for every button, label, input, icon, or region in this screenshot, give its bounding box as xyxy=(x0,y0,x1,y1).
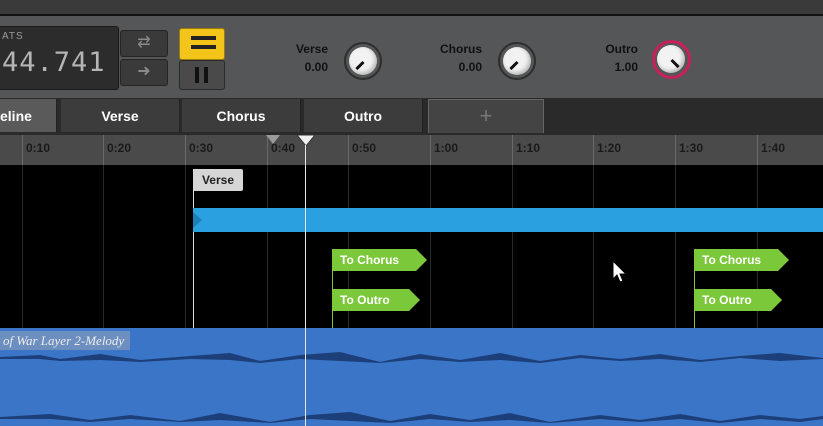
list-view-button[interactable] xyxy=(179,28,225,60)
param-chorus: Chorus 0.00 xyxy=(432,42,482,74)
swap-arrows-icon: ⇄ xyxy=(137,34,151,51)
verse-marker-tag[interactable]: Verse xyxy=(193,169,243,191)
ruler-tick-label: 0:20 xyxy=(107,141,132,155)
list-icon xyxy=(187,36,216,52)
tab-chorus[interactable]: Chorus xyxy=(182,99,301,132)
ruler-tick-label: 0:10 xyxy=(26,141,51,155)
transition-to-outro[interactable]: To Outro xyxy=(332,289,420,311)
ruler-tick-label: 1:10 xyxy=(516,141,541,155)
param-outro-value: 1.00 xyxy=(614,60,638,74)
verse-knob[interactable] xyxy=(344,42,382,80)
playhead-line[interactable] xyxy=(305,145,306,426)
waveform-top xyxy=(0,352,823,363)
timeline-ruler[interactable]: 0:10 0:20 0:30 0:40 0:50 1:00 1:10 1:20 … xyxy=(0,135,823,165)
transition-to-chorus[interactable]: To Chorus xyxy=(332,249,427,271)
ruler-tick-label: 0:30 xyxy=(189,141,214,155)
ruler-tick-label: 1:30 xyxy=(679,141,704,155)
outro-knob[interactable] xyxy=(652,40,691,79)
mouse-pointer-icon xyxy=(612,260,628,283)
section-tabs: eline Verse Chorus Outro + xyxy=(0,99,823,135)
counter-label: ATS xyxy=(2,31,24,42)
ruler-tick-label: 1:00 xyxy=(434,141,459,155)
param-verse-value: 0.00 xyxy=(304,60,328,74)
playhead-marker-icon[interactable] xyxy=(297,135,315,147)
param-chorus-value: 0.00 xyxy=(458,60,482,74)
tab-timeline[interactable]: eline xyxy=(0,99,57,132)
track-label: of War Layer 2-Melody xyxy=(0,331,131,350)
time-counter: ATS 44.741 xyxy=(0,26,119,90)
arrow-right-icon: ➜ xyxy=(137,63,151,80)
window-top-strip xyxy=(0,0,823,16)
region-start-handle-icon[interactable] xyxy=(193,212,203,228)
loop-toggle-button[interactable]: ⇄ xyxy=(120,30,168,57)
transition-to-chorus[interactable]: To Chorus xyxy=(694,249,789,271)
tab-verse[interactable]: Verse xyxy=(61,99,180,132)
ruler-tick-label: 0:50 xyxy=(352,141,377,155)
param-chorus-name: Chorus xyxy=(440,42,482,56)
ruler-tick-label: 1:20 xyxy=(597,141,622,155)
waveform-bottom xyxy=(0,412,823,423)
loop-start-marker-icon[interactable] xyxy=(266,135,280,145)
counter-controls: ⇄ ➜ xyxy=(120,30,168,86)
pause-button[interactable] xyxy=(179,60,225,90)
jump-button[interactable]: ➜ xyxy=(120,59,168,86)
param-outro-name: Outro xyxy=(605,42,638,56)
param-verse-name: Verse xyxy=(295,42,328,56)
ruler-tick-label: 1:40 xyxy=(761,141,786,155)
add-tab-button[interactable]: + xyxy=(428,99,544,133)
tab-outro[interactable]: Outro xyxy=(304,99,423,132)
param-outro: Outro 1.00 xyxy=(594,42,638,74)
verse-region-bar[interactable] xyxy=(193,208,823,232)
chorus-knob[interactable] xyxy=(498,42,536,80)
counter-value: 44.741 xyxy=(2,47,106,78)
transition-to-outro[interactable]: To Outro xyxy=(694,289,782,311)
param-verse: Verse 0.00 xyxy=(286,42,328,74)
